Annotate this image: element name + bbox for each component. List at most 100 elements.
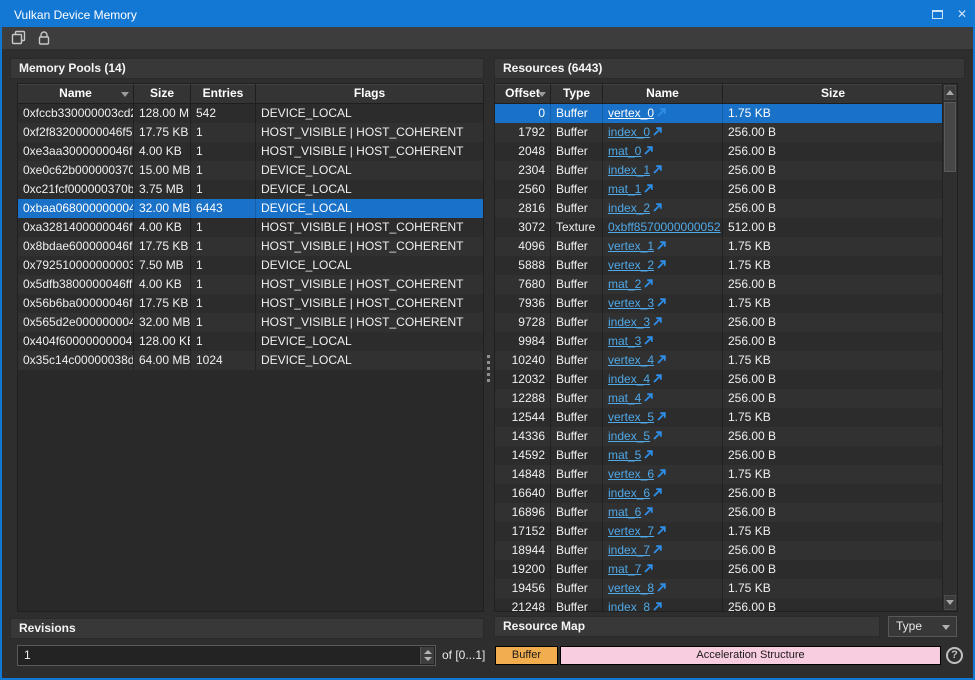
panel-splitter[interactable] — [485, 83, 493, 612]
resource-row[interactable]: 14336Bufferindex_5256.00 B — [495, 427, 943, 446]
memory-pool-row[interactable]: 0x79251000000000357.50 MB1DEVICE_LOCAL — [18, 256, 483, 275]
resource-link[interactable]: vertex_4 — [608, 353, 654, 367]
spinner-buttons[interactable] — [420, 647, 434, 664]
resource-link[interactable]: vertex_0 — [608, 106, 654, 120]
scroll-down-icon[interactable] — [944, 595, 956, 610]
goto-arrow-icon[interactable] — [653, 484, 662, 503]
column-header-offset[interactable]: Offset — [495, 84, 551, 103]
resource-row[interactable]: 9984Buffermat_3256.00 B — [495, 332, 943, 351]
goto-arrow-icon[interactable] — [653, 541, 662, 560]
column-header-name[interactable]: Name — [603, 84, 723, 103]
goto-arrow-icon[interactable] — [657, 294, 666, 313]
resource-link[interactable]: index_2 — [608, 201, 650, 215]
resource-link[interactable]: vertex_3 — [608, 296, 654, 310]
title-bar[interactable]: Vulkan Device Memory ✕ — [2, 2, 973, 27]
resource-link[interactable]: mat_7 — [608, 562, 641, 576]
memory-pool-row[interactable]: 0xc21fcf000000370b3.75 MB1DEVICE_LOCAL — [18, 180, 483, 199]
resource-link[interactable]: index_8 — [608, 600, 650, 612]
goto-arrow-icon[interactable] — [657, 408, 666, 427]
lock-icon[interactable] — [36, 30, 52, 46]
goto-arrow-icon[interactable] — [657, 256, 666, 275]
memory-pool-row[interactable]: 0xe3aa3000000046f74.00 KB1HOST_VISIBLE |… — [18, 142, 483, 161]
column-header-size[interactable]: Size — [723, 84, 943, 103]
resource-link[interactable]: index_7 — [608, 543, 650, 557]
scroll-up-icon[interactable] — [944, 85, 956, 100]
memory-pool-row[interactable]: 0xfccb330000003cd2128.00 MB542DEVICE_LOC… — [18, 104, 483, 123]
goto-arrow-icon[interactable] — [644, 446, 653, 465]
resource-row[interactable]: 14848Buffervertex_61.75 KB — [495, 465, 943, 484]
goto-arrow-icon[interactable] — [657, 104, 666, 123]
resource-link[interactable]: vertex_6 — [608, 467, 654, 481]
goto-arrow-icon[interactable] — [657, 465, 666, 484]
resource-row[interactable]: 2816Bufferindex_2256.00 B — [495, 199, 943, 218]
resource-link[interactable]: mat_0 — [608, 144, 641, 158]
goto-arrow-icon[interactable] — [653, 313, 662, 332]
goto-arrow-icon[interactable] — [653, 427, 662, 446]
resource-row[interactable]: 17152Buffervertex_71.75 KB — [495, 522, 943, 541]
duplicate-icon[interactable] — [11, 30, 27, 46]
resource-link[interactable]: mat_5 — [608, 448, 641, 462]
resource-link[interactable]: vertex_7 — [608, 524, 654, 538]
goto-arrow-icon[interactable] — [653, 370, 662, 389]
resource-row[interactable]: 12544Buffervertex_51.75 KB — [495, 408, 943, 427]
resource-link[interactable]: index_1 — [608, 163, 650, 177]
resource-row[interactable]: 0Buffervertex_01.75 KB — [495, 104, 943, 123]
resource-row[interactable]: 12032Bufferindex_4256.00 B — [495, 370, 943, 389]
resource-row[interactable]: 18944Bufferindex_7256.00 B — [495, 541, 943, 560]
goto-arrow-icon[interactable] — [644, 142, 653, 161]
column-header-flags[interactable]: Flags — [256, 84, 483, 103]
resource-row[interactable]: 2304Bufferindex_1256.00 B — [495, 161, 943, 180]
column-header-name[interactable]: Name — [18, 84, 134, 103]
resource-row[interactable]: 16896Buffermat_6256.00 B — [495, 503, 943, 522]
memory-pool-row[interactable]: 0xf2f83200000046f517.75 KB1HOST_VISIBLE … — [18, 123, 483, 142]
memory-pool-row[interactable]: 0xe0c62b000000370715.00 MB1DEVICE_LOCAL — [18, 161, 483, 180]
resource-row[interactable]: 1792Bufferindex_0256.00 B — [495, 123, 943, 142]
resource-row[interactable]: 16640Bufferindex_6256.00 B — [495, 484, 943, 503]
resource-row[interactable]: 19200Buffermat_7256.00 B — [495, 560, 943, 579]
resource-row[interactable]: 7680Buffermat_2256.00 B — [495, 275, 943, 294]
goto-arrow-icon[interactable] — [644, 560, 653, 579]
goto-arrow-icon[interactable] — [653, 199, 662, 218]
resource-map-segment[interactable]: Acceleration Structure — [560, 646, 941, 665]
memory-pool-row[interactable]: 0xa3281400000046fb4.00 KB1HOST_VISIBLE |… — [18, 218, 483, 237]
column-header-entries[interactable]: Entries — [191, 84, 256, 103]
resource-link[interactable]: vertex_1 — [608, 239, 654, 253]
resource-link[interactable]: index_4 — [608, 372, 650, 386]
memory-pool-row[interactable]: 0x404f600000000045128.00 KB1DEVICE_LOCAL — [18, 332, 483, 351]
resource-link[interactable]: mat_4 — [608, 391, 641, 405]
column-header-size[interactable]: Size — [134, 84, 191, 103]
goto-arrow-icon[interactable] — [657, 579, 666, 598]
resource-link[interactable]: index_5 — [608, 429, 650, 443]
resource-link[interactable]: 0xbff8570000000052 — [608, 220, 721, 234]
resource-row[interactable]: 12288Buffermat_4256.00 B — [495, 389, 943, 408]
resource-link[interactable]: mat_1 — [608, 182, 641, 196]
memory-pool-row[interactable]: 0x565d2e000000004b32.00 MB1HOST_VISIBLE … — [18, 313, 483, 332]
resource-row[interactable]: 10240Buffervertex_41.75 KB — [495, 351, 943, 370]
resource-link[interactable]: index_0 — [608, 125, 650, 139]
memory-pool-row[interactable]: 0x5dfb3800000046ff4.00 KB1HOST_VISIBLE |… — [18, 275, 483, 294]
map-filter-dropdown[interactable]: Type — [888, 616, 957, 637]
revision-spinbox[interactable]: 1 — [17, 645, 436, 666]
goto-arrow-icon[interactable] — [657, 237, 666, 256]
help-icon[interactable]: ? — [946, 647, 963, 664]
spin-down-icon[interactable] — [424, 657, 432, 661]
resource-row[interactable]: 21248Bufferindex_8256.00 B — [495, 598, 943, 612]
resource-row[interactable]: 19456Buffervertex_81.75 KB — [495, 579, 943, 598]
goto-arrow-icon[interactable] — [653, 161, 662, 180]
resource-row[interactable]: 9728Bufferindex_3256.00 B — [495, 313, 943, 332]
resource-map-segment[interactable]: Buffer — [495, 646, 558, 665]
resource-link[interactable]: vertex_8 — [608, 581, 654, 595]
resource-row[interactable]: 5888Buffervertex_21.75 KB — [495, 256, 943, 275]
vertical-scrollbar[interactable] — [942, 84, 957, 611]
resource-row[interactable]: 2048Buffermat_0256.00 B — [495, 142, 943, 161]
resource-row[interactable]: 3072Texture0xbff8570000000052512.00 B — [495, 218, 943, 237]
memory-pool-row[interactable]: 0x56b6ba00000046fd17.75 KB1HOST_VISIBLE … — [18, 294, 483, 313]
close-icon[interactable]: ✕ — [957, 2, 967, 27]
goto-arrow-icon[interactable] — [644, 503, 653, 522]
goto-arrow-icon[interactable] — [644, 180, 653, 199]
resource-row[interactable]: 7936Buffervertex_31.75 KB — [495, 294, 943, 313]
memory-pool-row[interactable]: 0xbaa068000000004d32.00 MB6443DEVICE_LOC… — [18, 199, 483, 218]
maximize-icon[interactable] — [932, 10, 943, 19]
scrollbar-thumb[interactable] — [944, 102, 956, 172]
column-header-type[interactable]: Type — [551, 84, 603, 103]
